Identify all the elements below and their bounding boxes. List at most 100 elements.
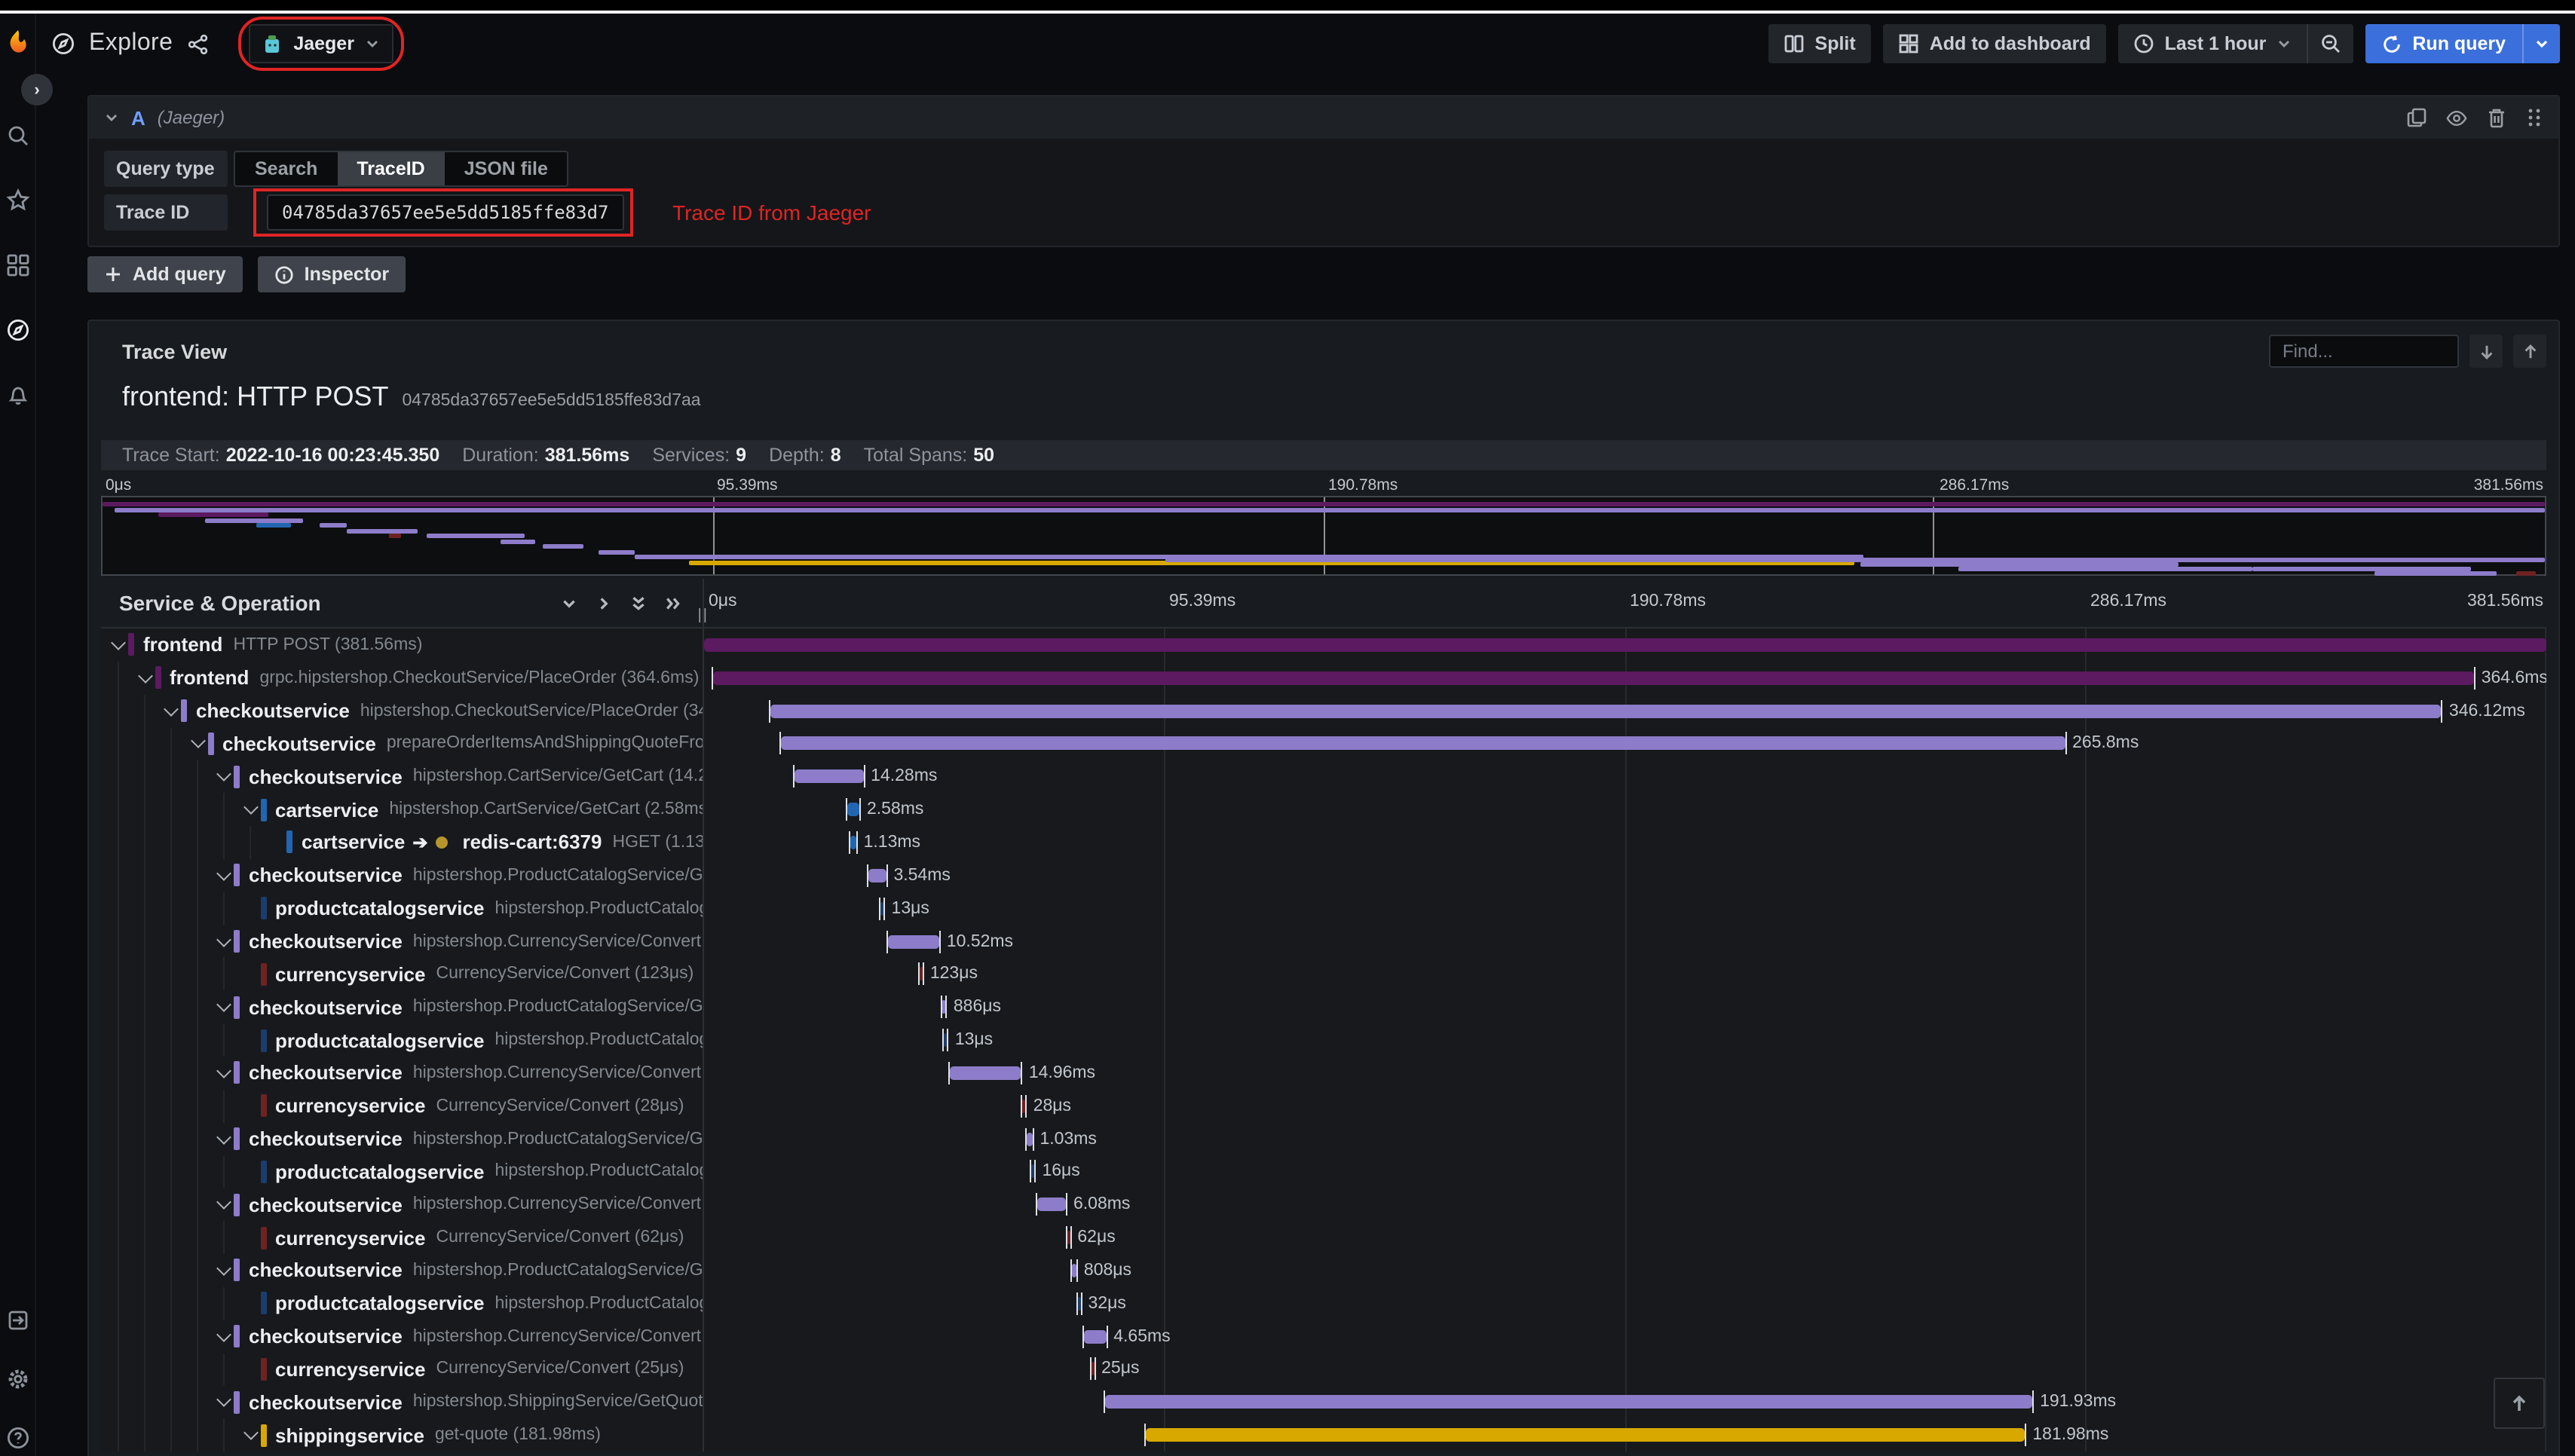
- span-gantt-cell[interactable]: 25μs: [704, 1353, 2546, 1386]
- query-row-header[interactable]: A (Jaeger): [89, 96, 2558, 139]
- find-next-button[interactable]: [2469, 335, 2503, 368]
- span-name-cell[interactable]: checkoutservice hipstershop.ProductCatalo…: [101, 990, 704, 1024]
- span-row[interactable]: checkoutservice hipstershop.ProductCatalo…: [101, 990, 2546, 1024]
- chevron-down-icon[interactable]: [216, 865, 231, 881]
- span-duration-bar[interactable]: [1144, 1424, 2027, 1447]
- span-duration-bar[interactable]: [1082, 1325, 1108, 1348]
- span-name-cell[interactable]: productcatalogservice hipstershop.Product…: [101, 1286, 704, 1320]
- span-gantt-cell[interactable]: 364.6ms: [704, 661, 2546, 695]
- span-name-cell[interactable]: productcatalogservice hipstershop.Product…: [101, 1023, 704, 1057]
- span-row[interactable]: cartservice hipstershop.CartService/GetCa…: [101, 793, 2546, 827]
- span-row[interactable]: checkoutservice hipstershop.ProductCatalo…: [101, 1122, 2546, 1155]
- column-resize-handle[interactable]: ||: [698, 607, 709, 624]
- chevron-down-icon[interactable]: [137, 668, 152, 684]
- span-name-cell[interactable]: checkoutservice hipstershop.ProductCatalo…: [101, 858, 704, 892]
- chevron-down-icon[interactable]: [216, 997, 231, 1013]
- span-gantt-cell[interactable]: 13μs: [704, 892, 2546, 925]
- run-query-button[interactable]: Run query: [2365, 24, 2560, 63]
- span-duration-bar[interactable]: [1104, 1390, 2034, 1414]
- trace-minimap[interactable]: [101, 496, 2546, 576]
- chevron-down-icon[interactable]: [243, 800, 258, 815]
- span-gantt-cell[interactable]: 6.08ms: [704, 1188, 2546, 1222]
- span-gantt-cell[interactable]: 886μs: [704, 990, 2546, 1024]
- collapse-chevron-icon[interactable]: [104, 110, 119, 125]
- span-name-cell[interactable]: cartservice hipstershop.CartService/GetCa…: [101, 793, 704, 827]
- span-duration-bar[interactable]: [1089, 1357, 1096, 1381]
- span-row[interactable]: productcatalogservice hipstershop.Product…: [101, 1286, 2546, 1320]
- span-duration-bar[interactable]: [1065, 1226, 1072, 1250]
- span-duration-bar[interactable]: [779, 732, 2067, 755]
- chevron-down-icon[interactable]: [216, 1261, 231, 1276]
- find-prev-button[interactable]: [2513, 335, 2546, 368]
- span-name-cell[interactable]: checkoutservice hipstershop.CurrencyServi…: [101, 1320, 704, 1354]
- span-duration-bar[interactable]: [1030, 1160, 1036, 1183]
- span-gantt-cell[interactable]: 14.96ms: [704, 1056, 2546, 1090]
- sign-in-icon[interactable]: [5, 1307, 31, 1332]
- add-to-dashboard-button[interactable]: Add to dashboard: [1882, 24, 2106, 63]
- span-row[interactable]: checkoutservice hipstershop.CartService/G…: [101, 760, 2546, 794]
- span-name-cell[interactable]: checkoutservice hipstershop.ShippingServi…: [101, 1385, 704, 1419]
- expand-one-icon[interactable]: [596, 595, 612, 611]
- span-row[interactable]: checkoutservice hipstershop.CurrencyServi…: [101, 1188, 2546, 1222]
- span-row[interactable]: frontend grpc.hipstershop.CheckoutService…: [101, 661, 2546, 695]
- span-row[interactable]: cartservice ➔ redis-cart:6379 HGET (1.13ms)…: [101, 826, 2546, 859]
- span-row[interactable]: checkoutservice hipstershop.CheckoutServi…: [101, 694, 2546, 728]
- span-row[interactable]: currencyservice CurrencyService/Convert (…: [101, 1089, 2546, 1123]
- span-gantt-cell[interactable]: 10.52ms: [704, 925, 2546, 958]
- span-gantt-cell[interactable]: 28μs: [704, 1089, 2546, 1123]
- span-gantt-cell[interactable]: 1.13ms: [704, 826, 2546, 859]
- span-row[interactable]: productcatalogservice hipstershop.Product…: [101, 1023, 2546, 1057]
- span-gantt-cell[interactable]: 4.65ms: [704, 1320, 2546, 1354]
- span-gantt-cell[interactable]: 2.58ms: [704, 793, 2546, 827]
- inspector-button[interactable]: Inspector: [257, 256, 406, 292]
- span-name-cell[interactable]: checkoutservice hipstershop.CurrencyServi…: [101, 1056, 704, 1090]
- span-gantt-cell[interactable]: 13μs: [704, 1023, 2546, 1057]
- span-duration-bar[interactable]: [792, 765, 865, 788]
- span-gantt-cell[interactable]: 265.8ms: [704, 727, 2546, 760]
- span-gantt-cell[interactable]: 1.03ms: [704, 1122, 2546, 1155]
- chevron-down-icon[interactable]: [216, 1063, 231, 1078]
- duplicate-query-icon[interactable]: [2406, 107, 2427, 128]
- span-duration-bar[interactable]: [879, 897, 886, 920]
- span-row[interactable]: currencyservice CurrencyService/Convert (…: [101, 957, 2546, 991]
- span-gantt-cell[interactable]: 346.12ms: [704, 694, 2546, 728]
- span-gantt-cell[interactable]: 191.93ms: [704, 1385, 2546, 1419]
- span-duration-bar[interactable]: [948, 1061, 1023, 1084]
- dashboards-grid-icon[interactable]: [5, 252, 31, 277]
- span-row[interactable]: checkoutservice hipstershop.CurrencyServi…: [101, 1056, 2546, 1090]
- span-name-cell[interactable]: frontend grpc.hipstershop.CheckoutService…: [101, 661, 704, 695]
- search-icon[interactable]: [5, 122, 31, 148]
- span-gantt-cell[interactable]: 123μs: [704, 957, 2546, 991]
- split-button[interactable]: Split: [1768, 24, 1871, 63]
- chevron-down-icon[interactable]: [216, 1326, 231, 1342]
- span-name-cell[interactable]: checkoutservice hipstershop.CartService/G…: [101, 760, 704, 794]
- datasource-picker[interactable]: Jaeger: [248, 24, 393, 63]
- span-duration-bar[interactable]: [940, 996, 948, 1019]
- span-row[interactable]: checkoutservice hipstershop.CurrencyServi…: [101, 925, 2546, 958]
- grafana-logo-icon[interactable]: [6, 29, 30, 60]
- chevron-down-icon[interactable]: [164, 701, 179, 717]
- span-gantt-cell[interactable]: 808μs: [704, 1254, 2546, 1287]
- chevron-down-icon[interactable]: [243, 1425, 258, 1441]
- span-gantt-cell[interactable]: 3.54ms: [704, 858, 2546, 892]
- span-duration-bar[interactable]: [917, 962, 924, 986]
- collapse-all-icon[interactable]: [630, 595, 647, 611]
- span-row[interactable]: checkoutservice hipstershop.ProductCatalo…: [101, 1254, 2546, 1287]
- chevron-down-icon[interactable]: [111, 635, 126, 650]
- settings-gear-icon[interactable]: [5, 1366, 31, 1391]
- span-name-cell[interactable]: currencyservice CurrencyService/Convert (…: [101, 1353, 704, 1386]
- span-row[interactable]: currencyservice CurrencyService/Convert (…: [101, 1221, 2546, 1255]
- span-duration-bar[interactable]: [1025, 1127, 1035, 1151]
- span-duration-bar[interactable]: [1076, 1292, 1082, 1315]
- span-name-cell[interactable]: productcatalogservice hipstershop.Product…: [101, 1155, 704, 1188]
- span-name-cell[interactable]: checkoutservice hipstershop.CurrencyServi…: [101, 1188, 704, 1222]
- span-duration-bar[interactable]: [867, 864, 889, 887]
- span-duration-bar[interactable]: [942, 1029, 949, 1052]
- span-name-cell[interactable]: frontend HTTP POST (381.56ms): [101, 629, 704, 662]
- find-input[interactable]: [2269, 335, 2459, 368]
- span-name-cell[interactable]: cartservice ➔ redis-cart:6379 HGET (1.13ms): [101, 826, 704, 859]
- span-gantt-cell[interactable]: 181.98ms: [704, 1418, 2546, 1452]
- chevron-down-icon[interactable]: [216, 1129, 231, 1145]
- span-row[interactable]: checkoutservice hipstershop.ProductCatalo…: [101, 858, 2546, 892]
- span-row[interactable]: productcatalogservice hipstershop.Product…: [101, 1155, 2546, 1188]
